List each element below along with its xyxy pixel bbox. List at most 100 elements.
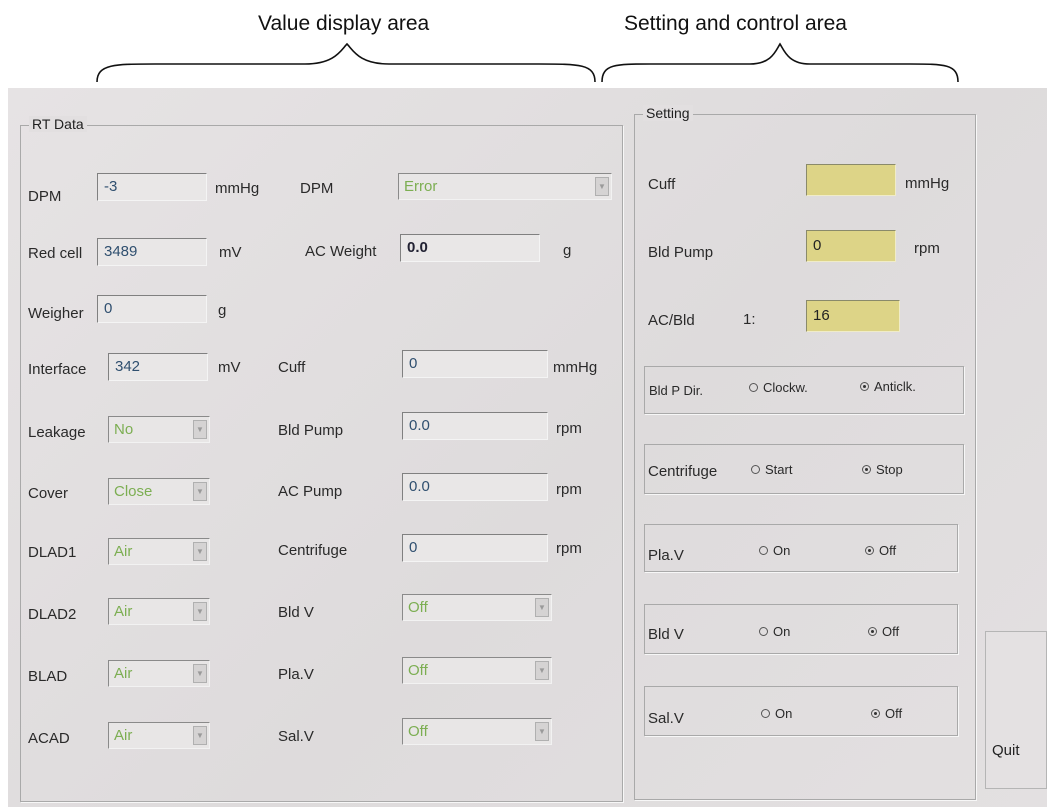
radio-icon [759, 546, 768, 555]
rt-centrifuge-value-field: 0 [402, 534, 548, 562]
chevron-down-icon[interactable]: ▼ [193, 482, 207, 501]
radio-icon [871, 709, 880, 718]
setting-bld-v-label: Bld V [648, 626, 684, 643]
rt-sal-v-select[interactable]: Off ▼ [402, 718, 552, 745]
radio-icon [865, 546, 874, 555]
setting-cuff-unit: mmHg [905, 175, 950, 192]
leakage-select[interactable]: No ▼ [108, 416, 210, 443]
ac-bld-ratio-prefix: 1: [743, 311, 756, 328]
red-cell-value-field: 3489 [97, 238, 207, 266]
rt-bld-v-select[interactable]: Off ▼ [402, 594, 552, 621]
chevron-down-icon[interactable]: ▼ [193, 420, 207, 439]
centrifuge-option-label: Start [765, 462, 793, 477]
dpm-unit: mmHg [215, 180, 260, 197]
rt-bld-pump-value-field: 0.0 [402, 412, 548, 440]
rt-bld-pump-unit: rpm [556, 420, 582, 437]
chevron-down-icon[interactable]: ▼ [193, 542, 207, 561]
chevron-down-icon[interactable]: ▼ [193, 602, 207, 621]
setting-cuff-label: Cuff [648, 176, 676, 193]
radio-icon [749, 383, 758, 392]
bld-v-on-radio[interactable]: On [759, 624, 790, 639]
rt-bld-v-value: Off [408, 599, 428, 616]
setting-title: Setting [643, 105, 693, 121]
ac-bld-input[interactable]: 16 [806, 300, 900, 332]
interface-value-field: 342 [108, 353, 208, 381]
setting-cuff-input[interactable] [806, 164, 896, 196]
leakage-value: No [114, 421, 134, 438]
setting-area-caption: Setting and control area [624, 12, 847, 35]
centrifuge-option-label: Stop [876, 462, 903, 477]
rt-pla-v-label: Pla.V [278, 666, 314, 683]
interface-label: Interface [28, 361, 87, 378]
centrifuge-stop-radio[interactable]: Stop [862, 462, 903, 477]
blad-select[interactable]: Air ▼ [108, 660, 210, 687]
cover-select[interactable]: Close ▼ [108, 478, 210, 505]
chevron-down-icon[interactable]: ▼ [535, 722, 549, 741]
rt-cuff-value-field: 0 [402, 350, 548, 378]
setting-bld-pump-label: Bld Pump [648, 244, 714, 261]
dlad1-value: Air [114, 543, 133, 560]
chevron-down-icon[interactable]: ▼ [535, 661, 549, 680]
sal-v-on-radio[interactable]: On [761, 706, 792, 721]
rt-pla-v-select[interactable]: Off ▼ [402, 657, 552, 684]
bld-p-dir-label: Bld P Dir. [649, 383, 703, 398]
chevron-down-icon[interactable]: ▼ [595, 177, 609, 196]
chevron-down-icon[interactable]: ▼ [193, 726, 207, 745]
rt-centrifuge-label: Centrifuge [278, 542, 348, 559]
pla-v-option-label: On [773, 543, 791, 558]
bld-p-dir-option-label: Anticlk. [874, 379, 916, 394]
radio-icon [759, 627, 768, 636]
chevron-down-icon[interactable]: ▼ [535, 598, 549, 617]
ac-pump-value-field: 0.0 [402, 473, 548, 501]
dpm-status-value: Error [404, 178, 438, 195]
pla-v-on-radio[interactable]: On [759, 543, 790, 558]
acad-select[interactable]: Air ▼ [108, 722, 210, 749]
bld-v-group [644, 604, 958, 654]
setting-bld-pump-input[interactable]: 0 [806, 230, 896, 262]
blad-label: BLAD [28, 668, 68, 685]
dpm-label: DPM [28, 188, 62, 205]
sal-v-off-radio[interactable]: Off [871, 706, 902, 721]
setting-area-brace [601, 42, 959, 83]
rt-bld-v-label: Bld V [278, 604, 314, 621]
ac-weight-value-field: 0.0 [400, 234, 540, 262]
acad-value: Air [114, 727, 133, 744]
rt-bld-pump-label: Bld Pump [278, 422, 344, 439]
weigher-unit: g [218, 302, 227, 319]
sal-v-option-label: Off [885, 706, 903, 721]
dpm-status-label: DPM [300, 180, 334, 197]
quit-button[interactable]: Quit [985, 631, 1047, 789]
dlad1-select[interactable]: Air ▼ [108, 538, 210, 565]
blad-value: Air [114, 665, 133, 682]
bld-p-dir-clockwise-radio[interactable]: Clockw. [749, 380, 808, 395]
device-screen: RT Data DPM -3 mmHg DPM Error ▼ Red cell… [8, 88, 1047, 807]
dpm-status-select[interactable]: Error ▼ [398, 173, 612, 200]
leakage-label: Leakage [28, 424, 86, 441]
centrifuge-start-radio[interactable]: Start [751, 462, 792, 477]
rt-cuff-label: Cuff [278, 359, 306, 376]
setting-sal-v-label: Sal.V [648, 710, 684, 727]
radio-icon [862, 465, 871, 474]
pla-v-off-radio[interactable]: Off [865, 543, 896, 558]
bld-p-dir-anticlockwise-radio[interactable]: Anticlk. [860, 379, 916, 394]
value-display-area-caption: Value display area [258, 12, 430, 35]
sal-v-option-label: On [775, 706, 793, 721]
rt-data-group: RT Data [20, 116, 623, 802]
dlad2-select[interactable]: Air ▼ [108, 598, 210, 625]
rt-sal-v-label: Sal.V [278, 728, 314, 745]
pla-v-group [644, 524, 958, 572]
acad-label: ACAD [28, 730, 70, 747]
cover-label: Cover [28, 485, 69, 502]
dpm-value-field: -3 [97, 173, 207, 201]
sal-v-group [644, 686, 958, 736]
red-cell-label: Red cell [28, 245, 83, 262]
weigher-label: Weigher [28, 305, 84, 322]
rt-pla-v-value: Off [408, 662, 428, 679]
bld-v-off-radio[interactable]: Off [868, 624, 899, 639]
interface-unit: mV [218, 359, 241, 376]
pla-v-option-label: Off [879, 543, 897, 558]
chevron-down-icon[interactable]: ▼ [193, 664, 207, 683]
rt-data-title: RT Data [29, 116, 87, 132]
ac-weight-unit: g [563, 242, 572, 259]
dlad1-label: DLAD1 [28, 544, 77, 561]
